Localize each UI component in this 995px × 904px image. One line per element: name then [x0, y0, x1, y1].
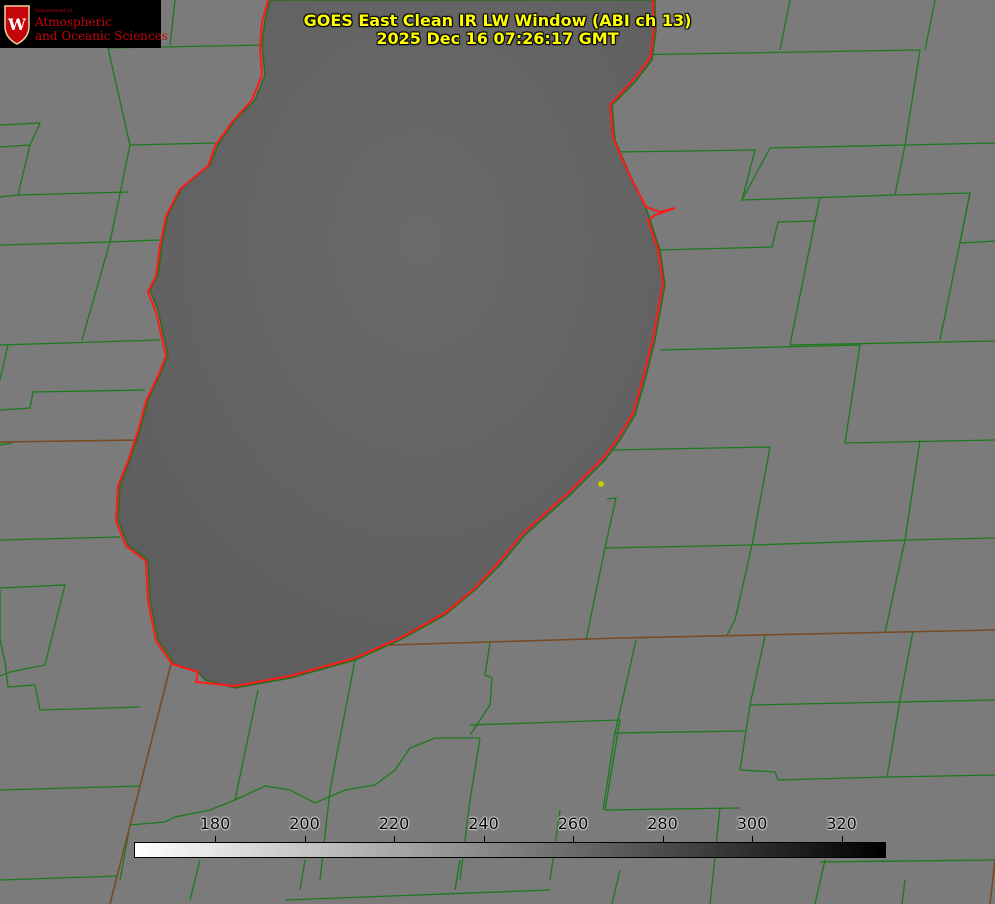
colorbar-tick-label: 200 — [289, 814, 320, 833]
colorbar-tick — [662, 836, 664, 842]
colorbar-tick — [304, 836, 306, 842]
logo-line1: Atmospheric — [35, 15, 112, 29]
image-title: GOES East Clean IR LW Window (ABI ch 13) — [303, 11, 692, 30]
colorbar-tick-label: 300 — [736, 814, 768, 833]
colorbar-tick — [394, 836, 395, 842]
colorbar — [134, 842, 886, 858]
colorbar-tick-label: 180 — [199, 814, 231, 833]
colorbar-tick — [483, 836, 485, 842]
colorbar-tick — [573, 836, 574, 842]
crest-letter: W — [7, 15, 27, 34]
colorbar-tick-label: 320 — [826, 814, 857, 833]
colorbar-tick-label: 260 — [557, 814, 589, 833]
aos-logo: W Department of Atmospheric and Oceanic … — [0, 0, 168, 48]
colorbar-tick — [841, 836, 843, 842]
colorbar-tick-label: 280 — [647, 814, 678, 833]
uw-crest-icon: W — [4, 5, 30, 45]
colorbar-tick — [215, 836, 216, 842]
logo-line2: and Oceanic Sciences — [35, 29, 168, 43]
colorbar-tick — [752, 836, 753, 842]
image-timestamp: 2025 Dec 16 07:26:17 GMT — [376, 29, 619, 48]
colorbar-tick-label: 240 — [468, 814, 499, 833]
logo-department: Department of — [35, 8, 72, 14]
location-marker — [598, 481, 604, 487]
colorbar-tick-label: 220 — [378, 814, 410, 833]
satellite-map — [0, 0, 995, 904]
